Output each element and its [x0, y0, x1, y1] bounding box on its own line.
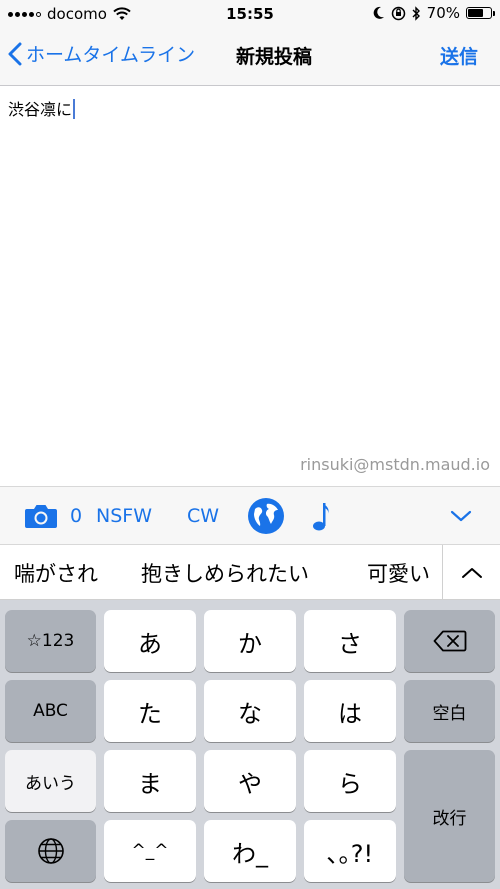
symbols-key-label: ☆123 — [26, 631, 75, 651]
return-key-label: 改行 — [432, 808, 467, 829]
media-count: 0 — [70, 505, 83, 527]
status-right: 70% — [373, 4, 495, 22]
expand-suggestions-button[interactable] — [442, 545, 500, 601]
kana-key-label: あいう — [25, 773, 76, 794]
compose-text: 渋谷凛に — [8, 100, 73, 119]
account-label: rinsuki@mstdn.maud.io — [300, 455, 490, 474]
key-label: わ_ — [232, 839, 268, 868]
cw-toggle[interactable]: CW — [187, 487, 219, 545]
key-label: は — [338, 699, 362, 728]
send-button[interactable]: 送信 — [440, 42, 478, 69]
abc-key-label: ABC — [33, 701, 68, 721]
compose-text-field[interactable]: 渋谷凛に — [8, 96, 76, 120]
camera-button[interactable] — [24, 487, 58, 545]
compose-toolbar: 0 NSFW CW — [0, 486, 500, 544]
suggestion-item[interactable]: 喘がされ — [14, 545, 98, 601]
key-na[interactable]: な — [204, 680, 296, 742]
visibility-button[interactable] — [247, 487, 285, 545]
music-button[interactable] — [312, 487, 330, 545]
text-cursor — [73, 99, 76, 119]
key-label: あ — [138, 629, 162, 658]
nsfw-toggle[interactable]: NSFW — [96, 487, 152, 545]
key-label: ^_^ — [131, 841, 169, 861]
key-ha[interactable]: は — [304, 680, 396, 742]
globe-icon — [248, 498, 284, 534]
symbols-key[interactable]: ☆123 — [5, 610, 96, 672]
dismiss-keyboard-button[interactable] — [450, 487, 472, 545]
kana-key[interactable]: あいう — [5, 750, 96, 812]
key-ta[interactable]: た — [104, 680, 196, 742]
keyboard: ☆123 あ か さ ABC た な は 空白 あいう ま や ら 改行 ^_^… — [0, 600, 500, 889]
status-bar: docomo 15:55 70% — [0, 0, 500, 28]
key-label: な — [238, 699, 262, 728]
navigation-bar: ホームタイムライン 新規投稿 送信 — [0, 28, 500, 86]
abc-key[interactable]: ABC — [5, 680, 96, 742]
delete-key[interactable] — [404, 610, 495, 672]
delete-icon — [433, 630, 466, 652]
suggestion-bar: 喘がされ 抱きしめられたい 可愛い — [0, 544, 500, 601]
suggestion-item[interactable]: 抱きしめられたい — [141, 545, 309, 601]
key-emoticon[interactable]: ^_^ — [104, 820, 196, 882]
key-ka[interactable]: か — [204, 610, 296, 672]
key-ra[interactable]: ら — [304, 750, 396, 812]
key-a[interactable]: あ — [104, 610, 196, 672]
key-label: か — [238, 629, 262, 658]
key-label: ､｡?! — [326, 839, 374, 868]
chevron-down-icon — [450, 510, 472, 522]
battery-icon — [466, 7, 495, 19]
page-title: 新規投稿 — [236, 46, 313, 68]
music-note-icon — [313, 503, 329, 531]
key-punctuation[interactable]: ､｡?! — [304, 820, 396, 882]
chevron-left-icon — [8, 42, 22, 65]
key-label: さ — [338, 629, 362, 658]
compose-area[interactable]: 渋谷凛に rinsuki@mstdn.maud.io — [0, 86, 500, 486]
globe-icon — [37, 838, 64, 864]
back-button[interactable]: ホームタイムライン — [8, 40, 195, 67]
key-label: や — [238, 769, 262, 798]
battery-percent: 70% — [426, 4, 460, 22]
key-ya[interactable]: や — [204, 750, 296, 812]
key-label: ま — [138, 769, 162, 798]
camera-icon — [25, 505, 57, 528]
moon-icon — [373, 6, 384, 19]
suggestion-item[interactable]: 可愛い — [367, 545, 430, 601]
key-sa[interactable]: さ — [304, 610, 396, 672]
orientation-lock-icon — [391, 6, 405, 20]
globe-key[interactable] — [5, 820, 96, 882]
key-label: た — [138, 699, 162, 728]
key-label: ら — [338, 769, 362, 798]
bluetooth-icon — [412, 5, 420, 21]
space-key-label: 空白 — [432, 703, 467, 724]
space-key[interactable]: 空白 — [404, 680, 495, 742]
key-ma[interactable]: ま — [104, 750, 196, 812]
key-wa[interactable]: わ_ — [204, 820, 296, 882]
chevron-up-icon — [461, 568, 482, 578]
back-button-label: ホームタイムライン — [26, 44, 196, 66]
return-key[interactable]: 改行 — [404, 750, 495, 882]
